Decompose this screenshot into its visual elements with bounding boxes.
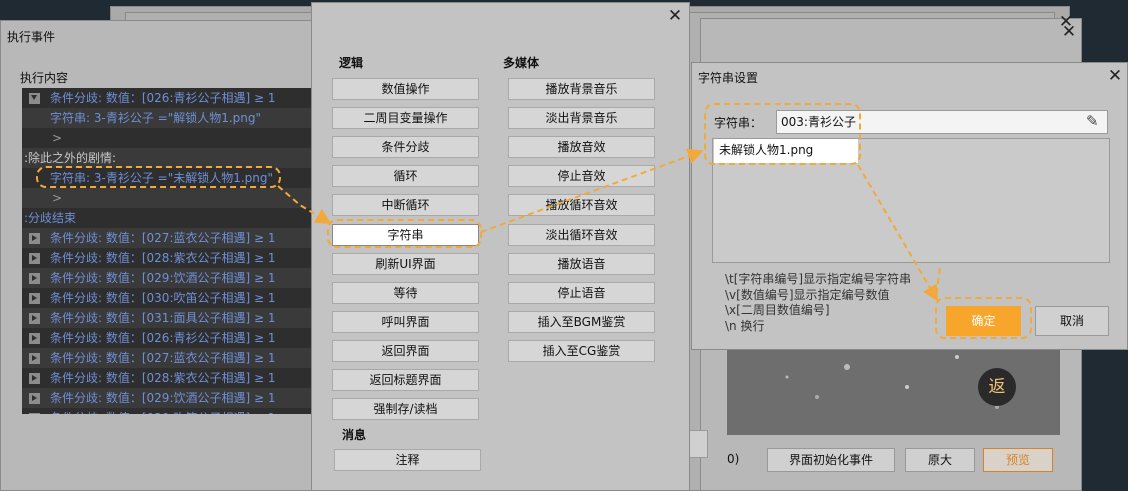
- list-item-text: 条件分歧: 数值：[031:面具公子相遇] ≥ 1: [50, 311, 276, 325]
- menu-item-logic-11[interactable]: 强制存/读档: [332, 398, 479, 421]
- list-item-text: 条件分歧: 数值：[029:饮酒公子相遇] ≥ 1: [50, 391, 276, 405]
- collapse-icon[interactable]: [29, 93, 40, 104]
- pencil-icon[interactable]: ✎: [1086, 112, 1099, 130]
- expand-icon[interactable]: [29, 373, 40, 384]
- menu-item-media-5[interactable]: 淡出循环音效: [508, 223, 655, 246]
- preview-button[interactable]: 预览: [983, 448, 1053, 472]
- menu-item-media-6[interactable]: 播放语音: [508, 252, 655, 275]
- menu-item-media-2[interactable]: 播放音效: [508, 136, 655, 159]
- list-item[interactable]: 条件分歧: 数值：[027:蓝衣公子相遇] ≥ 1: [22, 348, 312, 368]
- highlight-menu-item: [327, 219, 482, 248]
- list-item[interactable]: 条件分歧: 数值：[029:饮酒公子相遇] ≥ 1: [22, 268, 312, 288]
- expand-icon[interactable]: [29, 313, 40, 324]
- media-header: 多媒体: [503, 56, 540, 70]
- list-item[interactable]: 字符串: 3-青衫公子 ="解锁人物1.png": [22, 108, 312, 128]
- highlight-ok-button: [935, 297, 1032, 339]
- execute-event-window: 执行事件 执行内容 条件分歧: 数值：[026:青衫公子相遇] ≥ 1 字符串: …: [0, 20, 330, 491]
- dialog-title: 字符串设置: [698, 71, 759, 85]
- list-item[interactable]: 条件分歧: 数值：[030:吹笛公子相遇] ≥ 1: [22, 408, 312, 414]
- menu-item-media-0[interactable]: 播放背景音乐: [508, 78, 655, 100]
- cancel-button[interactable]: 取消: [1035, 306, 1109, 336]
- list-item[interactable]: 条件分歧: 数值：[026:青衫公子相遇] ≥ 1: [22, 88, 312, 108]
- list-item-text: >: [52, 131, 63, 145]
- help-line-n: \n 换行: [725, 319, 765, 333]
- list-item-text: :除此之外的剧情:: [24, 151, 117, 165]
- help-line-t: \t[字符串编号]显示指定编号字符串: [725, 272, 912, 286]
- menu-item-logic-2[interactable]: 条件分歧: [332, 136, 479, 159]
- menu-item-logic-8[interactable]: 呼叫界面: [332, 310, 479, 333]
- list-item-text: 条件分歧: 数值：[030:吹笛公子相遇] ≥ 1: [50, 408, 276, 414]
- menu-item-logic-0[interactable]: 数值操作: [332, 78, 479, 100]
- expand-icon[interactable]: [29, 333, 40, 344]
- event-list[interactable]: 条件分歧: 数值：[026:青衫公子相遇] ≥ 1 字符串: 3-青衫公子 ="解…: [22, 88, 312, 414]
- menu-item-message-0[interactable]: 注释: [334, 449, 481, 471]
- window-title: 执行事件: [7, 30, 56, 44]
- menu-item-logic-1[interactable]: 二周目变量操作: [332, 107, 479, 130]
- menu-item-logic-10[interactable]: 返回标题界面: [332, 369, 479, 391]
- list-item-text: 条件分歧: 数值：[027:蓝衣公子相遇] ≥ 1: [50, 231, 276, 245]
- menu-item-logic-4[interactable]: 中断循环: [332, 194, 479, 217]
- avatar-glyph: 返: [988, 377, 1006, 397]
- expand-icon[interactable]: [29, 233, 40, 244]
- original-size-button[interactable]: 原大: [905, 448, 975, 472]
- menu-item-media-4[interactable]: 播放循环音效: [508, 194, 655, 217]
- expand-icon[interactable]: [29, 293, 40, 304]
- highlight-list-row: [36, 166, 281, 188]
- list-item-text: 条件分歧: 数值：[026:青衫公子相遇] ≥ 1: [50, 91, 276, 105]
- init-event-button[interactable]: 界面初始化事件: [767, 448, 895, 472]
- list-item[interactable]: :分歧结束: [22, 208, 312, 228]
- menu-item-logic-9[interactable]: 返回界面: [332, 339, 479, 362]
- highlight-string-field: [704, 103, 861, 165]
- menu-item-media-9[interactable]: 插入至CG鉴赏: [508, 339, 655, 362]
- back-avatar-icon[interactable]: 返: [978, 368, 1016, 406]
- list-item[interactable]: >: [22, 188, 312, 208]
- menu-item-logic-3[interactable]: 循环: [332, 165, 479, 188]
- message-header: 消息: [342, 428, 367, 442]
- close-icon[interactable]: ✕: [1058, 14, 1074, 31]
- list-item-text: 条件分歧: 数值：[028:紫衣公子相遇] ≥ 1: [50, 371, 276, 385]
- list-item-text: 条件分歧: 数值：[029:饮酒公子相遇] ≥ 1: [50, 271, 276, 285]
- list-item[interactable]: 条件分歧: 数值：[028:紫衣公子相遇] ≥ 1: [22, 248, 312, 268]
- close-icon[interactable]: ✕: [667, 8, 683, 25]
- list-item[interactable]: 条件分歧: 数值：[028:紫衣公子相遇] ≥ 1: [22, 368, 312, 388]
- menu-item-media-3[interactable]: 停止音效: [508, 165, 655, 188]
- partial-label: 0): [727, 452, 740, 466]
- list-item[interactable]: 条件分歧: 数值：[026:青衫公子相遇] ≥ 1: [22, 328, 312, 348]
- menu-item-media-7[interactable]: 停止语音: [508, 281, 655, 304]
- list-item[interactable]: 条件分歧: 数值：[029:饮酒公子相遇] ≥ 1: [22, 388, 312, 408]
- close-icon[interactable]: ✕: [1107, 68, 1123, 85]
- list-item-text: 字符串: 3-青衫公子 ="解锁人物1.png": [50, 111, 262, 125]
- list-item[interactable]: 条件分歧: 数值：[030:吹笛公子相遇] ≥ 1: [22, 288, 312, 308]
- menu-item-media-1[interactable]: 淡出背景音乐: [508, 107, 655, 130]
- list-item-text: 条件分歧: 数值：[028:紫衣公子相遇] ≥ 1: [50, 251, 276, 265]
- list-item[interactable]: >: [22, 128, 312, 148]
- expand-icon[interactable]: [29, 273, 40, 284]
- expand-icon[interactable]: [29, 353, 40, 364]
- content-label: 执行内容: [20, 71, 69, 85]
- expand-icon[interactable]: [29, 413, 40, 414]
- list-item[interactable]: 条件分歧: 数值：[027:蓝衣公子相遇] ≥ 1: [22, 228, 312, 248]
- list-item[interactable]: :除此之外的剧情:: [22, 148, 312, 168]
- list-item[interactable]: 条件分歧: 数值：[031:面具公子相遇] ≥ 1: [22, 308, 312, 328]
- menu-item-logic-6[interactable]: 刷新UI界面: [332, 252, 479, 275]
- list-item-text: >: [52, 191, 63, 205]
- list-item-text: 条件分歧: 数值：[030:吹笛公子相遇] ≥ 1: [50, 291, 276, 305]
- list-item-text: :分歧结束: [24, 211, 77, 225]
- expand-icon[interactable]: [29, 253, 40, 264]
- logic-header: 逻辑: [339, 56, 364, 70]
- list-item-text: 条件分歧: 数值：[026:青衫公子相遇] ≥ 1: [50, 331, 276, 345]
- menu-item-logic-7[interactable]: 等待: [332, 281, 479, 304]
- list-item-text: 条件分歧: 数值：[027:蓝衣公子相遇] ≥ 1: [50, 351, 276, 365]
- help-line-x: \x[二周目数值编号]: [725, 303, 830, 317]
- menu-item-media-8[interactable]: 插入至BGM鉴赏: [508, 310, 655, 333]
- expand-icon[interactable]: [29, 393, 40, 404]
- partial-button[interactable]: [688, 430, 708, 458]
